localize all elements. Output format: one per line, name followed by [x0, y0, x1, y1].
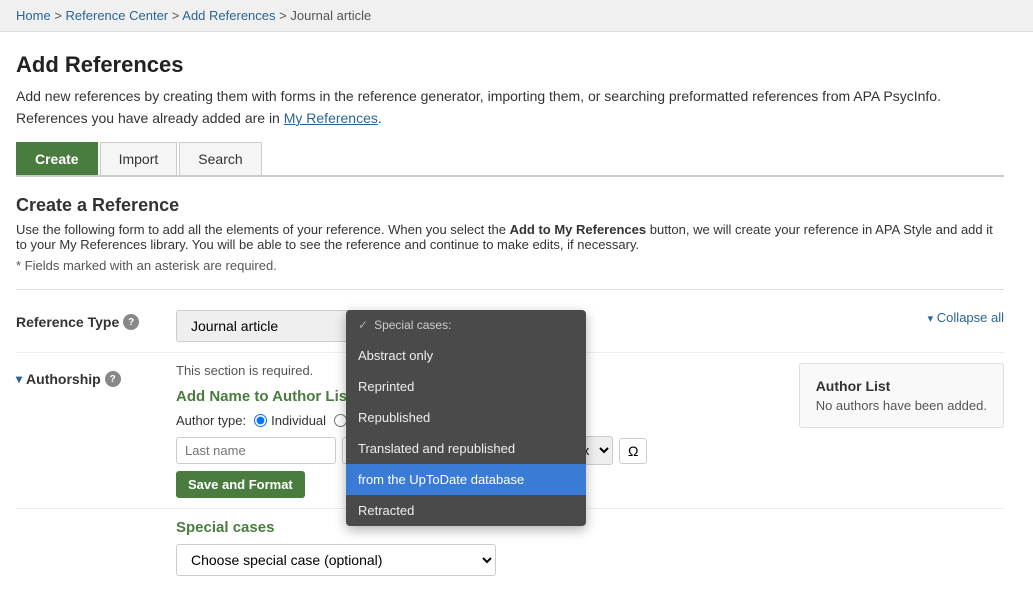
save-format-button[interactable]: Save and Format	[176, 471, 305, 498]
page-description1: Add new references by creating them with…	[16, 88, 1004, 104]
special-cases-select[interactable]: Choose special case (optional)	[176, 544, 496, 576]
breadcrumb-sep3: >	[279, 8, 290, 23]
page-title: Add References	[16, 52, 1004, 78]
author-list-title: Author List	[816, 378, 987, 394]
my-references-link[interactable]: My References	[284, 110, 378, 126]
individual-radio[interactable]	[254, 414, 267, 427]
authorship-toggle-icon[interactable]: ▾	[16, 372, 22, 386]
authorship-help-icon[interactable]: ?	[105, 371, 121, 387]
chevron-down-icon: ▾	[928, 313, 934, 325]
dropdown-item-translated[interactable]: Translated and republished	[346, 433, 586, 464]
breadcrumb-sep2: >	[172, 8, 183, 23]
author-list-empty: No authors have been added.	[816, 398, 987, 413]
dropdown-item-uptodate[interactable]: from the UpToDate database	[346, 464, 586, 495]
reference-type-help-icon[interactable]: ?	[123, 314, 139, 330]
omega-button[interactable]: Ω	[619, 438, 647, 464]
last-name-input[interactable]	[176, 437, 336, 464]
special-cases-dropdown: ✓ Special cases: Abstract only Reprinted…	[346, 310, 586, 526]
breadcrumb-add-references[interactable]: Add References	[182, 8, 275, 23]
special-cases-title: Special cases	[176, 519, 1004, 536]
dropdown-header: ✓ Special cases:	[346, 310, 586, 340]
authorship-label: ▾ Authorship ?	[16, 363, 176, 387]
create-section-title: Create a Reference	[16, 195, 1004, 216]
individual-radio-label[interactable]: Individual	[254, 413, 326, 428]
breadcrumb-home[interactable]: Home	[16, 8, 51, 23]
dropdown-item-republished[interactable]: Republished	[346, 402, 586, 433]
dropdown-item-reprinted[interactable]: Reprinted	[346, 371, 586, 402]
breadcrumb-current: Journal article	[290, 8, 371, 23]
author-list-box: Author List No authors have been added.	[799, 363, 1004, 428]
reference-type-content: Journal article ✓ Special cases: Abstrac…	[176, 310, 1004, 342]
reference-type-label: Reference Type ?	[16, 310, 176, 330]
breadcrumb-reference-center[interactable]: Reference Center	[66, 8, 169, 23]
dropdown-item-abstract[interactable]: Abstract only	[346, 340, 586, 371]
tab-import[interactable]: Import	[100, 142, 178, 175]
collapse-all-button[interactable]: ▾ Collapse all	[928, 310, 1004, 325]
dropdown-item-retracted[interactable]: Retracted	[346, 495, 586, 526]
tab-create[interactable]: Create	[16, 142, 98, 175]
tab-bar: Create Import Search	[16, 142, 1004, 177]
reference-type-row: Reference Type ? Journal article ✓ Speci…	[16, 300, 1004, 353]
page-description2: References you have already added are in…	[16, 110, 1004, 126]
required-note: * Fields marked with an asterisk are req…	[16, 258, 1004, 273]
breadcrumb: Home > Reference Center > Add References…	[0, 0, 1033, 32]
author-type-label: Author type:	[176, 413, 246, 428]
tab-search[interactable]: Search	[179, 142, 261, 175]
create-section-desc: Use the following form to add all the el…	[16, 222, 1004, 252]
breadcrumb-sep1: >	[54, 8, 65, 23]
